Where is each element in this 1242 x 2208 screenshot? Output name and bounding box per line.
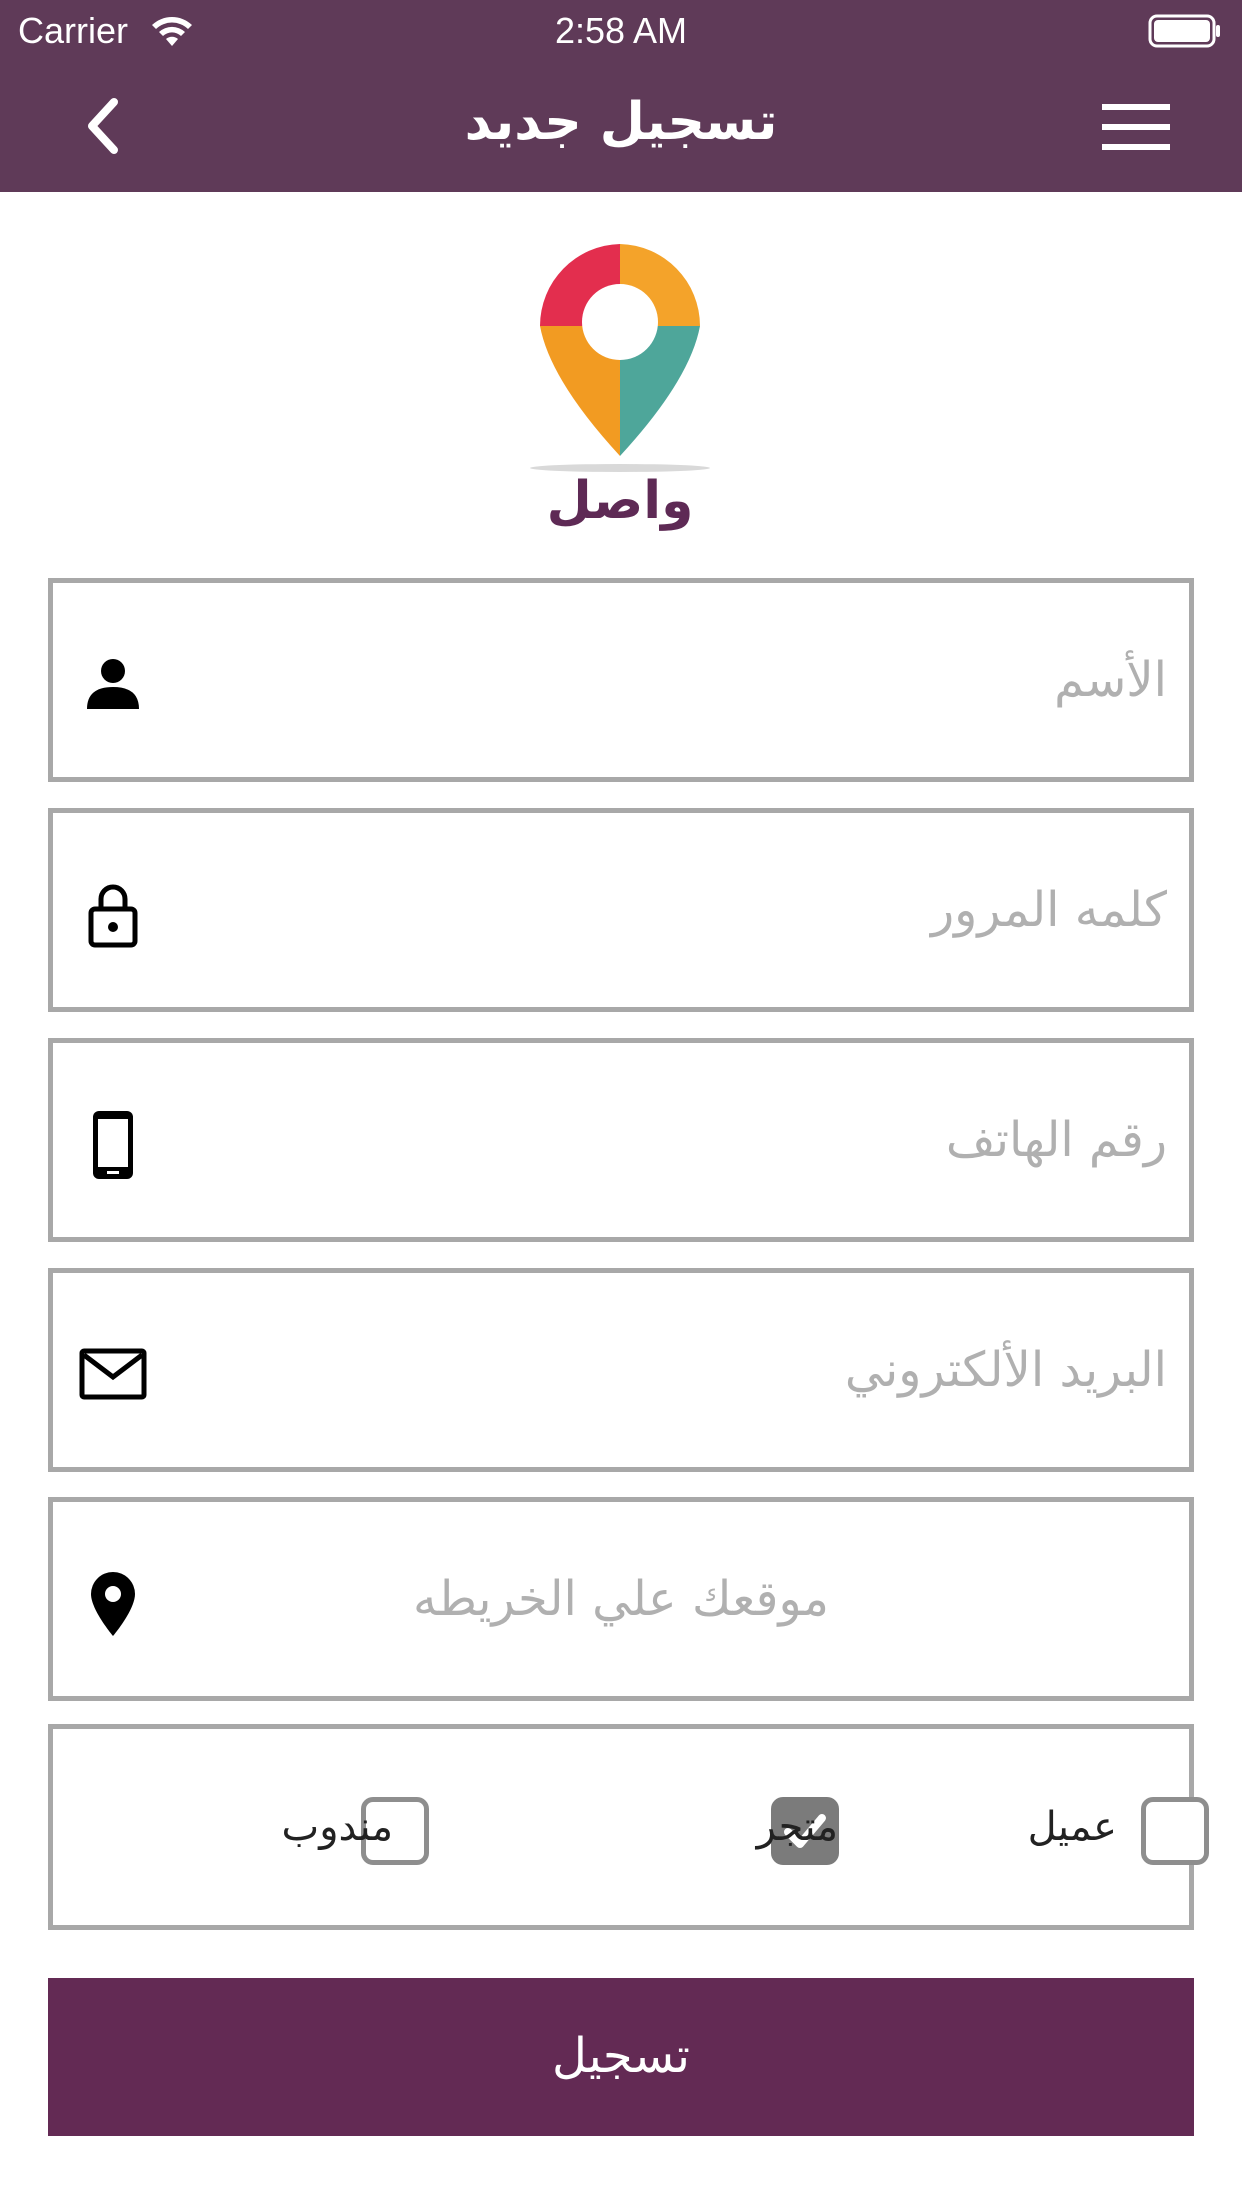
password-placeholder: كلمه المرور xyxy=(930,882,1167,938)
location-placeholder: موقعك علي الخريطه xyxy=(412,1571,829,1627)
top-bar: Carrier 2:58 AM تسجيل جديد xyxy=(0,0,1242,192)
page-title: تسجيل جديد xyxy=(464,92,778,152)
app-logo: واصل xyxy=(530,244,710,531)
role-customer-label: عميل xyxy=(1027,1804,1117,1850)
role-courier[interactable]: مندوب xyxy=(53,1729,473,1925)
name-field[interactable]: الأسم xyxy=(48,578,1194,782)
status-bar: Carrier 2:58 AM xyxy=(0,0,1242,62)
password-field[interactable]: كلمه المرور xyxy=(48,808,1194,1012)
role-store[interactable]: متجر xyxy=(413,1729,853,1925)
email-field[interactable]: البريد الألكتروني xyxy=(48,1268,1194,1472)
name-placeholder: الأسم xyxy=(1054,652,1167,708)
role-store-label: متجر xyxy=(756,1804,838,1850)
location-field[interactable]: موقعك علي الخريطه xyxy=(48,1497,1194,1701)
lock-icon xyxy=(88,884,138,948)
email-placeholder: البريد الألكتروني xyxy=(844,1342,1167,1398)
role-courier-label: مندوب xyxy=(281,1804,393,1850)
status-time: 2:58 AM xyxy=(554,10,688,51)
phone-placeholder: رقم الهاتف xyxy=(945,1112,1167,1168)
role-customer-checkbox[interactable] xyxy=(1141,1797,1209,1865)
person-icon xyxy=(87,659,139,709)
mail-icon xyxy=(79,1348,147,1400)
battery-icon xyxy=(1148,14,1220,48)
hamburger-menu-icon[interactable] xyxy=(1100,100,1174,154)
logo-text: واصل xyxy=(547,471,694,531)
register-button[interactable]: تسجيل xyxy=(48,1978,1194,2136)
role-selector: عميل متجر مندوب xyxy=(48,1724,1209,1930)
phone-icon xyxy=(93,1111,133,1179)
navigation-bar: تسجيل جديد xyxy=(0,62,1242,192)
phone-field[interactable]: رقم الهاتف xyxy=(48,1038,1194,1242)
